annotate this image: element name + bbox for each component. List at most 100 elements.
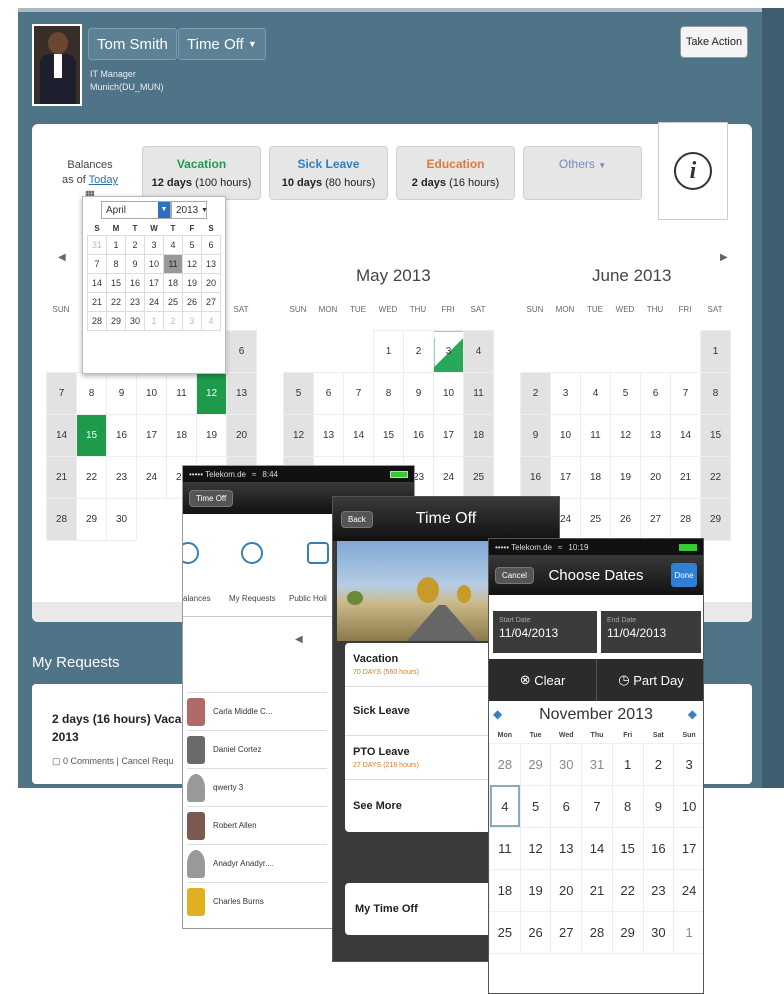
sick-leave-tile[interactable]: Sick Leave 10 days (80 hours) [269, 146, 388, 200]
mini-day-cell[interactable]: 12 [182, 253, 202, 274]
start-date-field[interactable]: Start Date 11/04/2013 [493, 611, 597, 653]
mini-day-cell[interactable]: 14 [87, 272, 107, 293]
day-cell[interactable]: 13 [550, 826, 583, 870]
day-cell[interactable]: 29 [611, 910, 644, 954]
day-cell[interactable]: 28 [46, 498, 77, 541]
day-cell[interactable]: 19 [610, 456, 641, 499]
back-button[interactable]: Time Off [189, 489, 234, 507]
mini-day-cell[interactable]: 15 [106, 272, 126, 293]
day-cell[interactable]: 18 [166, 414, 197, 457]
day-cell[interactable]: 9 [642, 784, 675, 828]
info-button[interactable]: i [658, 122, 728, 220]
day-cell[interactable]: 6 [313, 372, 344, 415]
day-cell[interactable]: 14 [46, 414, 77, 457]
day-cell[interactable]: 24 [136, 456, 167, 499]
day-cell[interactable]: 21 [581, 868, 613, 912]
mini-day-cell[interactable]: 18 [163, 272, 183, 293]
day-cell[interactable]: 15 [373, 414, 404, 457]
day-cell[interactable]: 16 [106, 414, 137, 457]
day-cell[interactable]: 7 [670, 372, 701, 415]
day-cell[interactable]: 16 [403, 414, 434, 457]
day-cell[interactable]: 21 [46, 456, 77, 499]
day-cell[interactable]: 9 [520, 414, 551, 457]
day-cell[interactable]: 3 [673, 742, 703, 786]
today-link[interactable]: Today [89, 174, 118, 186]
next-month-icon[interactable]: ◆ [688, 707, 697, 721]
clear-button[interactable]: ⊗ Clear [489, 659, 597, 701]
day-cell[interactable]: 24 [673, 868, 703, 912]
day-cell[interactable]: 30 [106, 498, 137, 541]
day-cell[interactable]: 17 [136, 414, 167, 457]
mini-day-cell[interactable]: 7 [87, 253, 107, 274]
day-cell[interactable]: 6 [226, 330, 257, 373]
mini-day-cell[interactable]: 19 [182, 272, 202, 293]
day-cell[interactable]: 28 [581, 910, 613, 954]
day-cell[interactable]: 5 [283, 372, 314, 415]
contact-item[interactable]: Charles Burns [187, 882, 327, 920]
mini-day-cell[interactable]: 28 [87, 310, 107, 331]
day-cell[interactable]: 25 [580, 498, 611, 541]
mini-day-cell[interactable]: 8 [106, 253, 126, 274]
day-cell[interactable]: 14 [670, 414, 701, 457]
mini-day-cell[interactable]: 1 [144, 310, 164, 331]
picture-icon[interactable] [307, 542, 329, 564]
day-cell[interactable]: 10 [433, 372, 464, 415]
day-cell[interactable]: 20 [550, 868, 583, 912]
mini-day-cell[interactable]: 1 [106, 234, 126, 255]
day-cell[interactable]: 4 [463, 330, 494, 373]
day-cell[interactable]: 4 [580, 372, 611, 415]
mini-day-cell[interactable]: 3 [144, 234, 164, 255]
day-cell[interactable]: 19 [196, 414, 227, 457]
day-cell[interactable]: 9 [403, 372, 434, 415]
day-cell[interactable]: 17 [550, 456, 581, 499]
day-cell[interactable]: 28 [489, 742, 521, 786]
month-select[interactable]: April ▼ [101, 201, 171, 219]
day-cell[interactable]: 7 [581, 784, 613, 828]
day-cell[interactable]: 25 [463, 456, 494, 499]
day-cell[interactable]: 22 [611, 868, 644, 912]
mini-day-cell[interactable]: 3 [182, 310, 202, 331]
education-tile[interactable]: Education 2 days (16 hours) [396, 146, 515, 200]
day-cell[interactable]: 2 [642, 742, 675, 786]
day-cell[interactable]: 7 [343, 372, 374, 415]
day-cell[interactable]: 8 [373, 372, 404, 415]
mini-day-cell[interactable]: 11 [163, 253, 183, 274]
day-cell[interactable]: 2 [403, 330, 434, 373]
user-name-button[interactable]: Tom Smith [88, 28, 177, 60]
document-icon[interactable] [241, 542, 263, 564]
day-cell[interactable]: 10 [550, 414, 581, 457]
day-cell[interactable]: 16 [520, 456, 551, 499]
speedometer-icon[interactable] [183, 542, 199, 564]
contact-item[interactable]: qwerty 3 [187, 768, 327, 806]
day-cell[interactable]: 15 [700, 414, 731, 457]
mini-day-cell[interactable]: 16 [125, 272, 145, 293]
day-cell[interactable]: 12 [196, 372, 227, 415]
day-cell[interactable]: 15 [611, 826, 644, 870]
done-button[interactable]: Done [671, 563, 697, 587]
day-cell[interactable]: 15 [76, 414, 107, 457]
mini-day-cell[interactable]: 25 [163, 291, 183, 312]
contact-item[interactable]: Daniel Cortez [187, 730, 327, 768]
day-cell[interactable]: 11 [166, 372, 197, 415]
day-cell[interactable]: 8 [611, 784, 644, 828]
day-cell[interactable]: 29 [700, 498, 731, 541]
day-cell[interactable]: 11 [463, 372, 494, 415]
vacation-tile[interactable]: Vacation 12 days (100 hours) [142, 146, 261, 200]
day-cell[interactable]: 13 [640, 414, 671, 457]
day-cell[interactable]: 19 [519, 868, 552, 912]
day-cell[interactable]: 1 [673, 910, 703, 954]
day-cell[interactable]: 26 [519, 910, 552, 954]
next-month-icon[interactable]: ▶ [720, 252, 728, 263]
contact-item[interactable]: Robert Allen [187, 806, 327, 844]
day-cell[interactable]: 22 [76, 456, 107, 499]
mini-day-cell[interactable]: 26 [182, 291, 202, 312]
mini-day-cell[interactable]: 2 [163, 310, 183, 331]
day-cell[interactable]: 17 [433, 414, 464, 457]
day-cell[interactable]: 12 [610, 414, 641, 457]
day-cell[interactable]: 10 [673, 784, 703, 828]
tab-my-requests[interactable]: My Requests [229, 594, 276, 603]
day-cell[interactable]: 13 [313, 414, 344, 457]
day-cell[interactable]: 21 [670, 456, 701, 499]
mini-day-cell[interactable]: 20 [201, 272, 221, 293]
year-select[interactable]: 2013 ▼ [171, 201, 208, 219]
